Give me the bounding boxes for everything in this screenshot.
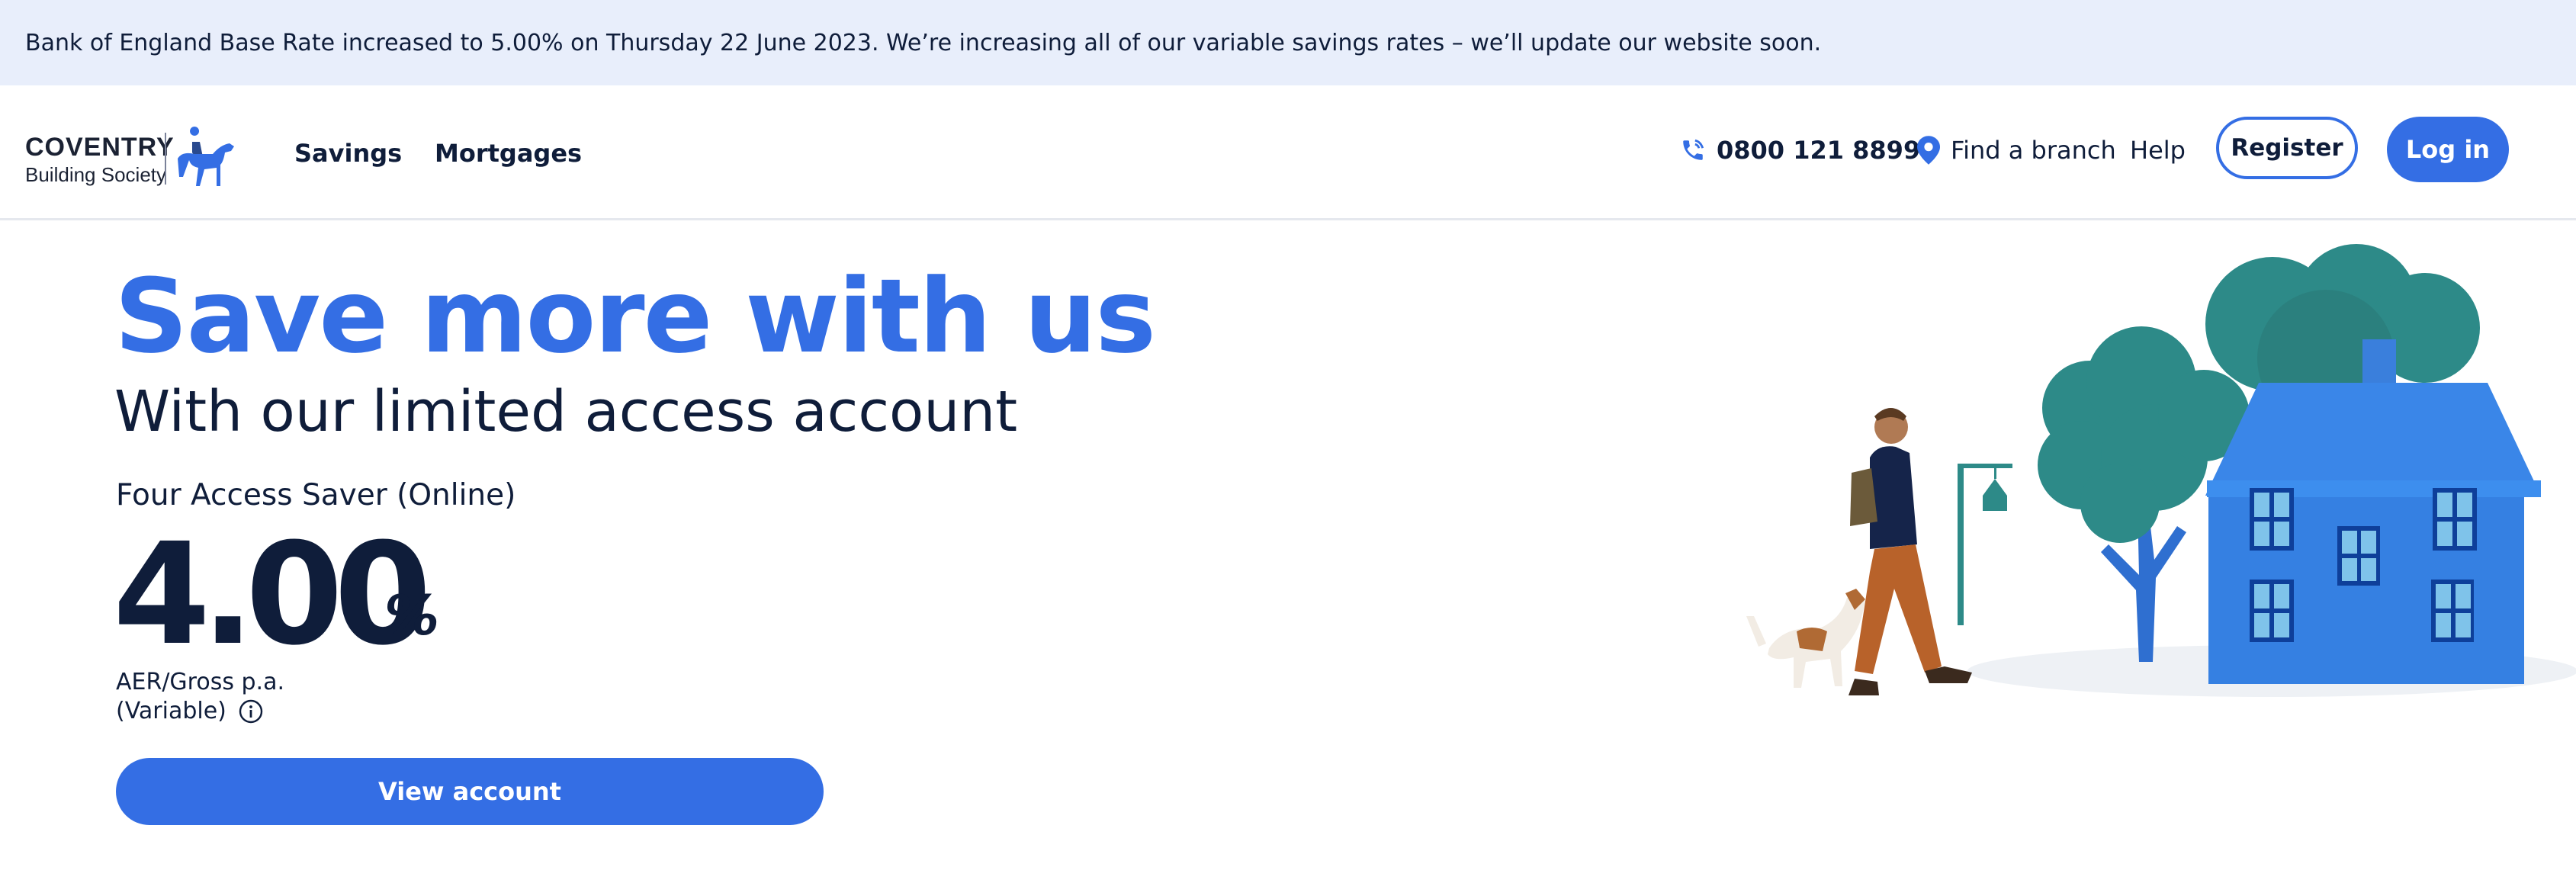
phone-number: 0800 121 8899 <box>1717 136 1921 165</box>
nav-mortgages-link[interactable]: Mortgages <box>435 139 582 168</box>
help-link[interactable]: Help <box>2130 136 2186 165</box>
nav-savings-link[interactable]: Savings <box>294 139 402 168</box>
man-walking-illustration <box>1848 408 1972 695</box>
find-branch-link[interactable]: Find a branch <box>1917 136 2116 165</box>
logo-word-building-society: Building Society <box>25 163 166 186</box>
view-account-button[interactable]: View account <box>116 758 824 825</box>
phone-icon <box>1683 139 1704 160</box>
announcement-banner: Bank of England Base Rate increased to 5… <box>0 0 2576 85</box>
coventry-logo[interactable]: COVENTRY Building Society <box>25 116 239 192</box>
aer-label: AER/Gross p.a. <box>116 669 285 695</box>
variable-label: (Variable) <box>116 698 226 724</box>
hero-illustration <box>1746 244 2576 697</box>
announcement-text: Bank of England Base Rate increased to 5… <box>25 29 1822 56</box>
location-pin-icon <box>1917 136 1940 165</box>
interest-rate: 4.00 <box>113 513 432 676</box>
horse-rider-icon <box>178 127 234 186</box>
product-name: Four Access Saver (Online) <box>116 478 516 512</box>
phone-link[interactable]: 0800 121 8899 <box>1680 136 1920 165</box>
hero-title: Save more with us <box>114 257 1156 376</box>
find-branch-label: Find a branch <box>1951 136 2116 165</box>
hero-subtitle: With our limited access account <box>114 379 1018 445</box>
signpost-illustration <box>1958 464 2012 625</box>
variable-label-row: (Variable) <box>116 697 263 726</box>
interest-rate-unit: % <box>384 583 440 647</box>
logo-divider <box>165 133 166 185</box>
dog-illustration <box>1746 589 1865 688</box>
house-illustration <box>2205 339 2541 684</box>
top-navigation: COVENTRY Building Society Savings Mortga… <box>0 85 2576 220</box>
login-button[interactable]: Log in <box>2387 117 2509 182</box>
logo-word-coventry: COVENTRY <box>25 133 175 162</box>
info-icon[interactable] <box>239 699 263 724</box>
register-button[interactable]: Register <box>2216 117 2358 179</box>
